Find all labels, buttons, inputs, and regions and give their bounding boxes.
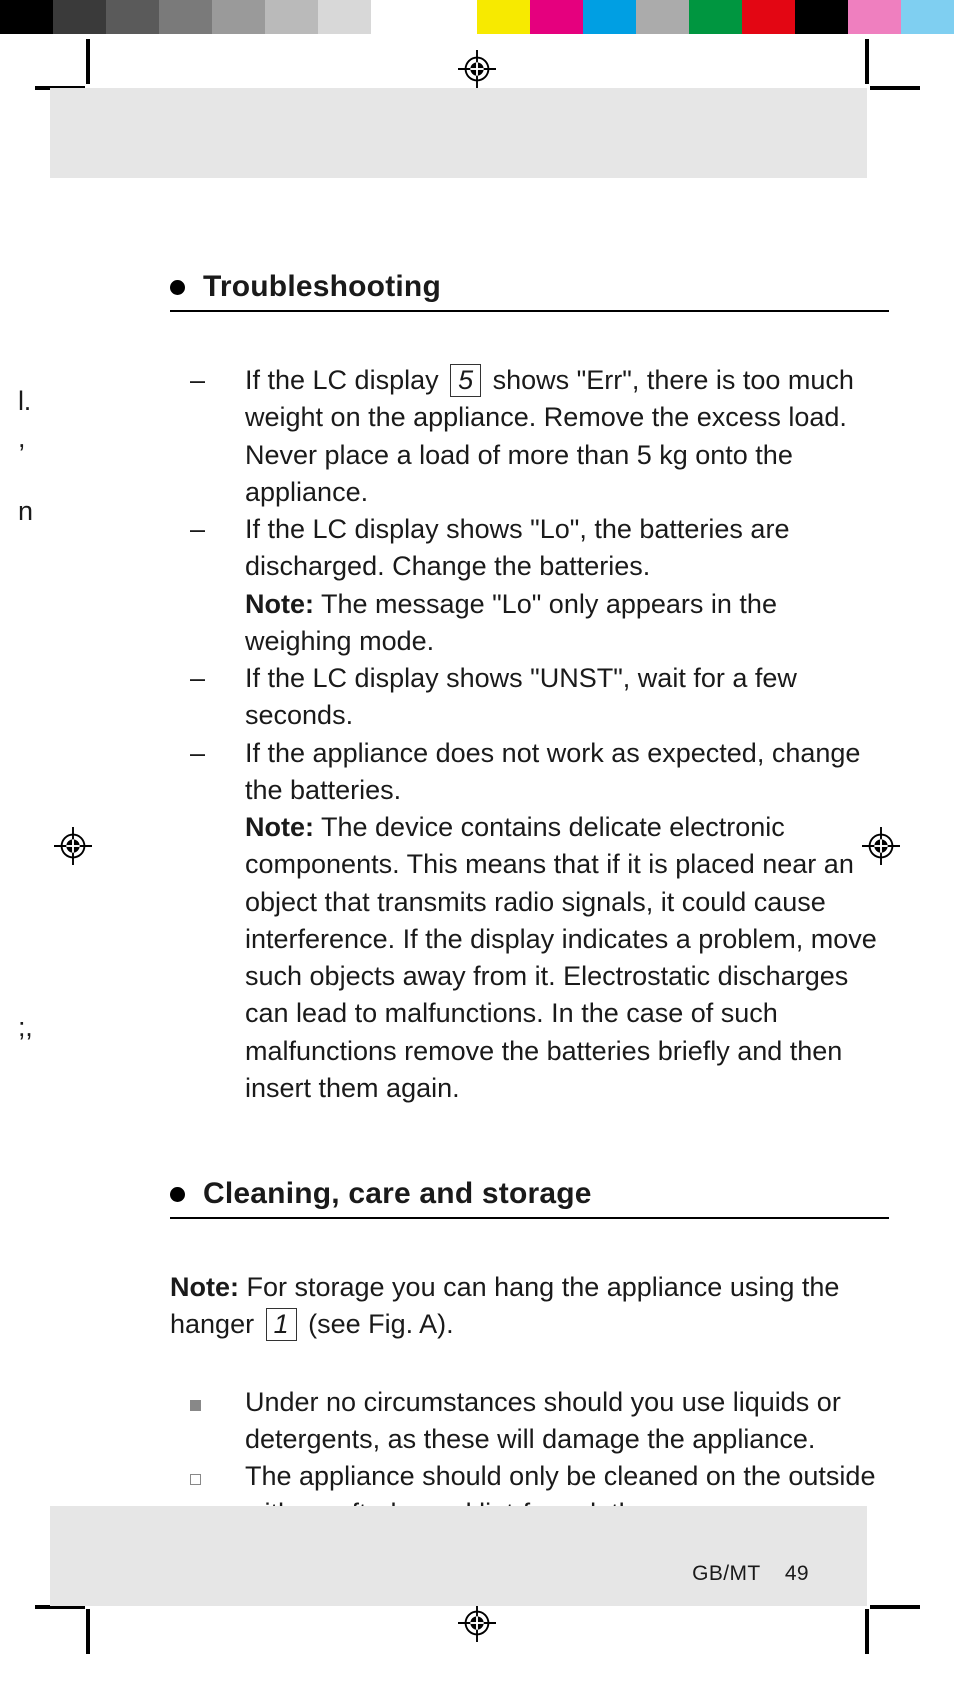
crop-mark <box>865 39 869 84</box>
color-swatch <box>212 0 265 34</box>
section-heading-cleaning: Cleaning, care and storage <box>170 1177 889 1219</box>
troubleshooting-list: –If the LC display 5 shows "Err", there … <box>190 362 889 1107</box>
list-text: If the LC display shows "UNST", wait for… <box>245 660 889 735</box>
previous-page-fragment: l. <box>18 388 31 415</box>
list-marker: – <box>190 660 245 735</box>
list-item: Note: The message "Lo" only appears in t… <box>190 586 889 661</box>
footer-page-number: 49 <box>785 1562 809 1585</box>
color-swatch <box>795 0 848 34</box>
color-swatch <box>159 0 212 34</box>
list-item: Note: The device contains delicate elect… <box>190 809 889 1107</box>
previous-page-fragment: , <box>18 425 25 452</box>
heading-text: Troubleshooting <box>203 270 441 304</box>
page-content: Troubleshooting –If the LC display 5 sho… <box>190 270 889 1607</box>
list-item: –If the LC display shows "Lo", the batte… <box>190 511 889 586</box>
color-swatch <box>901 0 954 34</box>
note-label: Note: <box>245 589 314 619</box>
color-swatch <box>636 0 689 34</box>
previous-page-fragment: n <box>18 498 33 525</box>
crop-mark <box>865 1609 869 1654</box>
color-swatch <box>318 0 371 34</box>
crop-mark <box>870 86 920 90</box>
header-band <box>50 88 867 178</box>
prepress-color-strip <box>0 0 954 34</box>
list-text: If the LC display 5 shows "Err", there i… <box>245 362 889 511</box>
heading-text: Cleaning, care and storage <box>203 1177 592 1211</box>
list-item: Under no circumstances should you use li… <box>190 1384 889 1459</box>
color-swatch <box>477 0 530 34</box>
section-heading-troubleshooting: Troubleshooting <box>170 270 889 312</box>
list-marker: – <box>190 362 245 511</box>
color-swatch <box>530 0 583 34</box>
list-text: If the LC display shows "Lo", the batter… <box>245 511 889 586</box>
list-marker <box>190 1384 245 1459</box>
list-text: Note: The device contains delicate elect… <box>245 809 889 1107</box>
color-swatch <box>371 0 424 34</box>
color-swatch <box>53 0 106 34</box>
previous-page-fragment: ;, <box>18 1014 33 1041</box>
bullet-icon <box>170 1187 185 1202</box>
list-marker <box>190 586 245 661</box>
color-swatch <box>583 0 636 34</box>
registration-mark-icon <box>458 1604 496 1642</box>
page-footer: GB/MT 49 <box>692 1562 809 1586</box>
list-item: –If the LC display 5 shows "Err", there … <box>190 362 889 511</box>
color-swatch <box>742 0 795 34</box>
list-marker: – <box>190 511 245 586</box>
list-text: Note: The message "Lo" only appears in t… <box>245 586 889 661</box>
color-swatch <box>689 0 742 34</box>
color-swatch <box>265 0 318 34</box>
crop-mark <box>86 39 90 84</box>
list-text: If the appliance does not work as expect… <box>245 735 889 810</box>
list-marker: – <box>190 735 245 810</box>
note-label: Note: <box>170 1272 239 1302</box>
registration-mark-icon <box>458 50 496 88</box>
footer-band: GB/MT 49 <box>50 1506 867 1606</box>
color-swatch <box>0 0 53 34</box>
page-root: { "color_strip": [ "#000000","#3a3a3a","… <box>0 0 954 1695</box>
crop-mark <box>86 1609 90 1654</box>
reference-number-box: 1 <box>266 1308 297 1341</box>
color-swatch <box>848 0 901 34</box>
note-label: Note: <box>245 812 314 842</box>
list-text: Under no circumstances should you use li… <box>245 1384 889 1459</box>
cleaning-intro-note: Note: For storage you can hang the appli… <box>170 1269 889 1344</box>
footer-language: GB/MT <box>692 1562 761 1585</box>
registration-mark-icon <box>54 827 92 865</box>
list-marker <box>190 809 245 1107</box>
list-item: –If the appliance does not work as expec… <box>190 735 889 810</box>
reference-number-box: 5 <box>450 364 481 397</box>
color-swatch <box>424 0 477 34</box>
color-swatch <box>106 0 159 34</box>
bullet-icon <box>170 280 185 295</box>
list-item: –If the LC display shows "UNST", wait fo… <box>190 660 889 735</box>
